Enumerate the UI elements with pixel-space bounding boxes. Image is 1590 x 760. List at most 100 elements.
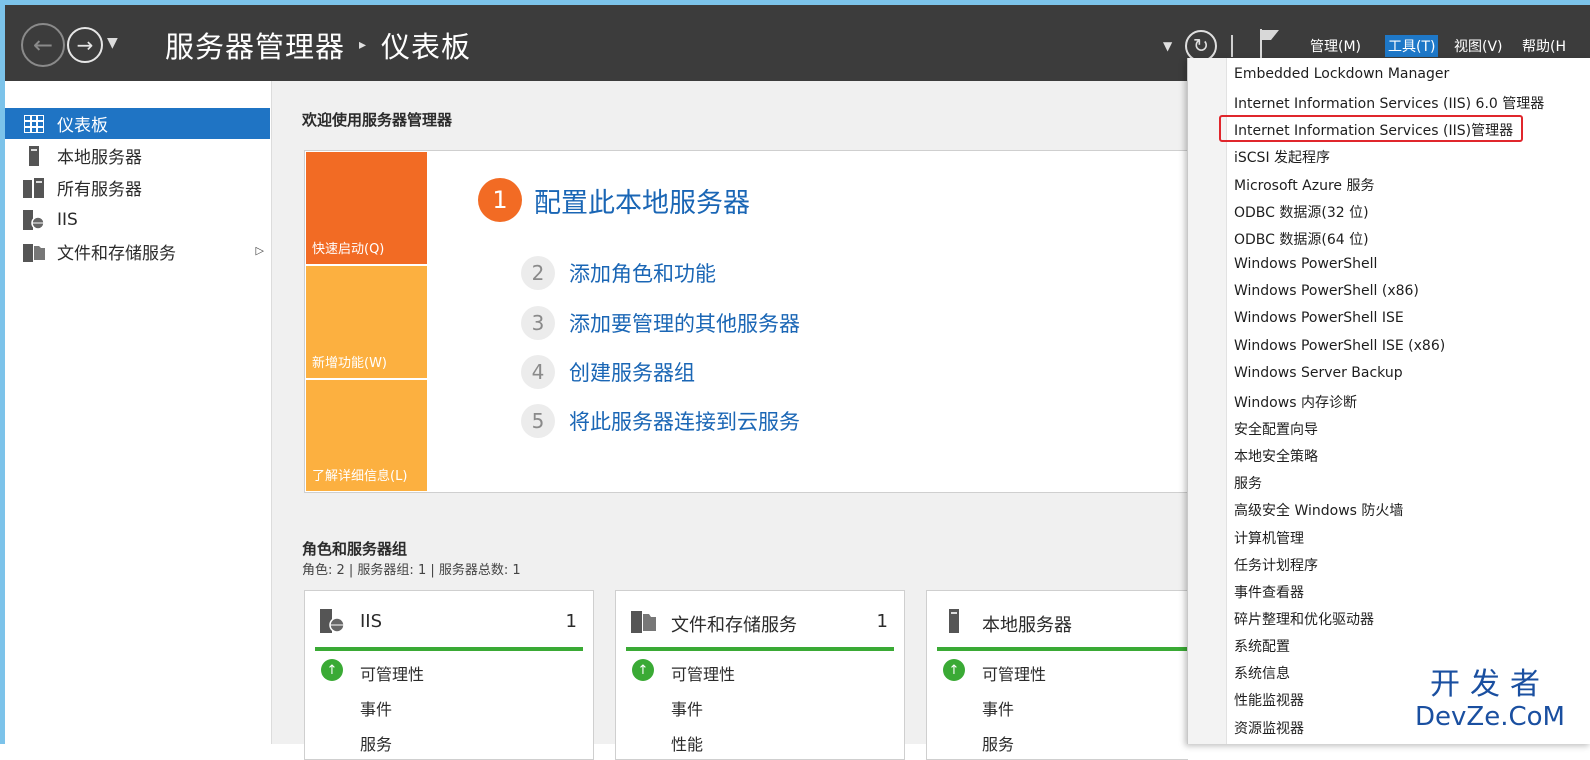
card-row-events[interactable]: 事件 (671, 696, 703, 720)
dashboard-main: 欢迎使用服务器管理器 快速启动(Q) 新增功能(W) 了解详细信息(L) 1 配… (272, 81, 1196, 760)
step-label[interactable]: 配置此本地服务器 (534, 181, 750, 220)
watermark-line1: 开发者 (1430, 667, 1550, 702)
breadcrumb-separator: ▸ (359, 37, 368, 53)
tools-menu-item[interactable]: Windows PowerShell ISE (1234, 310, 1404, 326)
tools-dropdown-menu: Embedded Lockdown Manager Internet Inform… (1187, 58, 1590, 744)
card-row-services[interactable]: 服务 (982, 731, 1014, 755)
tools-menu-item[interactable]: Internet Information Services (IIS)管理器 (1234, 120, 1513, 140)
card-row-manageability[interactable]: 可管理性 (982, 661, 1046, 685)
sidebar-item-label: IIS (57, 209, 78, 230)
tile-whats-new[interactable]: 新增功能(W) (306, 266, 427, 378)
tools-menu-item[interactable]: iSCSI 发起程序 (1234, 147, 1330, 167)
tools-menu-item[interactable]: ODBC 数据源(64 位) (1234, 229, 1369, 249)
menu-help[interactable]: 帮助(H (1519, 35, 1569, 57)
role-card-local-server[interactable]: 本地服务器 ↑ 可管理性 事件 服务 (926, 590, 1188, 760)
card-status-bar (937, 647, 1188, 651)
sidebar-item-label: 仪表板 (57, 116, 108, 136)
tools-menu-item[interactable]: Windows PowerShell (x86) (1234, 283, 1419, 299)
server-icon (949, 609, 959, 633)
card-status-bar (626, 647, 894, 651)
tools-menu-item[interactable]: Windows PowerShell ISE (x86) (1234, 338, 1445, 354)
welcome-title: 欢迎使用服务器管理器 (302, 111, 453, 129)
status-ok-icon: ↑ (321, 659, 343, 681)
role-card-file-storage[interactable]: 文件和存储服务 1 ↑ 可管理性 事件 性能 (615, 590, 905, 760)
card-title[interactable]: IIS (360, 611, 382, 632)
step-label[interactable]: 添加角色和功能 (569, 258, 716, 288)
tools-menu-item[interactable]: 安全配置向导 (1234, 419, 1318, 439)
tools-menu-item[interactable]: 碎片整理和优化驱动器 (1234, 609, 1374, 629)
card-row-services[interactable]: 服务 (360, 731, 392, 755)
sidebar-item-local-server[interactable]: 本地服务器 (5, 140, 270, 171)
tools-menu-item[interactable]: Microsoft Azure 服务 (1234, 175, 1374, 195)
tools-menu-item[interactable]: 高级安全 Windows 防火墙 (1234, 500, 1403, 520)
watermark-line2: DevZe.CoM (1415, 702, 1565, 732)
arrow-left-icon: ← (32, 31, 54, 59)
tile-learn-more[interactable]: 了解详细信息(L) (306, 380, 427, 491)
expand-arrow-icon[interactable]: ▷ (256, 244, 264, 257)
card-row-events[interactable]: 事件 (982, 696, 1014, 720)
tools-menu-item[interactable]: ODBC 数据源(32 位) (1234, 202, 1369, 222)
refresh-icon: ↻ (1193, 35, 1209, 57)
breadcrumb-dropdown[interactable]: ▼ (1163, 39, 1172, 53)
card-title[interactable]: 本地服务器 (982, 611, 1072, 637)
card-row-manageability[interactable]: 可管理性 (671, 661, 735, 685)
breadcrumb-app[interactable]: 服务器管理器 (165, 24, 345, 66)
card-count: 1 (565, 611, 577, 632)
step-create-group[interactable]: 4 创建服务器组 (521, 355, 695, 389)
card-row-events[interactable]: 事件 (360, 696, 392, 720)
tile-quick-start[interactable]: 快速启动(Q) (306, 152, 427, 264)
tools-menu-item[interactable]: 本地安全策略 (1234, 446, 1318, 466)
dashboard-icon (23, 113, 45, 135)
watermark-logo: 开发者 DevZe.CoM (1410, 668, 1570, 744)
forward-button[interactable]: → (67, 27, 103, 63)
step-label[interactable]: 创建服务器组 (569, 357, 695, 387)
menu-view[interactable]: 视图(V) (1451, 35, 1506, 57)
tools-menu-item[interactable]: 事件查看器 (1234, 582, 1304, 602)
iis-icon (23, 209, 45, 231)
menu-tools[interactable]: 工具(T) (1385, 35, 1439, 57)
card-row-performance[interactable]: 性能 (671, 731, 703, 755)
step-configure-local-server[interactable]: 1 配置此本地服务器 (478, 178, 750, 222)
step-number: 4 (521, 355, 555, 389)
step-number: 1 (478, 178, 522, 222)
sidebar-item-label: 所有服务器 (57, 180, 142, 200)
file-storage-icon (631, 611, 656, 633)
tools-menu-item[interactable]: Windows PowerShell (1234, 256, 1377, 272)
step-add-roles[interactable]: 2 添加角色和功能 (521, 256, 716, 290)
nav-history-dropdown[interactable]: ▼ (107, 35, 118, 51)
sidebar-item-label: 文件和存储服务 (57, 244, 176, 264)
card-row-manageability[interactable]: 可管理性 (360, 661, 424, 685)
back-button[interactable]: ← (21, 23, 65, 67)
menu-manage[interactable]: 管理(M) (1307, 35, 1364, 57)
iis-icon (320, 609, 345, 633)
step-number: 2 (521, 256, 555, 290)
sidebar-item-dashboard[interactable]: 仪表板 (5, 108, 270, 139)
toolbar-divider (1231, 35, 1233, 57)
sidebar-item-label: 本地服务器 (57, 148, 142, 168)
tools-menu-item[interactable]: 性能监视器 (1234, 690, 1304, 710)
tools-menu-item[interactable]: 服务 (1234, 473, 1262, 493)
server-icon (23, 145, 45, 167)
sidebar-item-all-servers[interactable]: 所有服务器 (5, 172, 270, 203)
tools-menu-item[interactable]: 计算机管理 (1234, 528, 1304, 548)
role-card-iis[interactable]: IIS 1 ↑ 可管理性 事件 服务 (304, 590, 594, 760)
tools-menu-item[interactable]: 资源监视器 (1234, 718, 1304, 738)
sidebar-item-file-storage[interactable]: 文件和存储服务 ▷ (5, 236, 270, 267)
tools-menu-item[interactable]: Windows Server Backup (1234, 365, 1403, 381)
tools-menu-item[interactable]: Embedded Lockdown Manager (1234, 66, 1449, 82)
tools-menu-item[interactable]: 任务计划程序 (1234, 555, 1318, 575)
step-add-servers[interactable]: 3 添加要管理的其他服务器 (521, 306, 800, 340)
step-number: 5 (521, 404, 555, 438)
tools-menu-item[interactable]: Windows 内存诊断 (1234, 392, 1357, 412)
card-title[interactable]: 文件和存储服务 (671, 611, 797, 637)
step-label[interactable]: 将此服务器连接到云服务 (569, 406, 800, 436)
tools-menu-item[interactable]: 系统信息 (1234, 663, 1290, 683)
notification-flag-icon[interactable] (1257, 27, 1283, 61)
tools-menu-item[interactable]: Internet Information Services (IIS) 6.0 … (1234, 93, 1544, 113)
step-label[interactable]: 添加要管理的其他服务器 (569, 308, 800, 338)
arrow-right-icon: → (76, 33, 94, 57)
sidebar-item-iis[interactable]: IIS (5, 204, 270, 235)
sidebar: 仪表板 本地服务器 所有服务器 IIS 文件和存储服务 ▷ (5, 81, 272, 744)
step-connect-cloud[interactable]: 5 将此服务器连接到云服务 (521, 404, 800, 438)
tools-menu-item[interactable]: 系统配置 (1234, 636, 1290, 656)
